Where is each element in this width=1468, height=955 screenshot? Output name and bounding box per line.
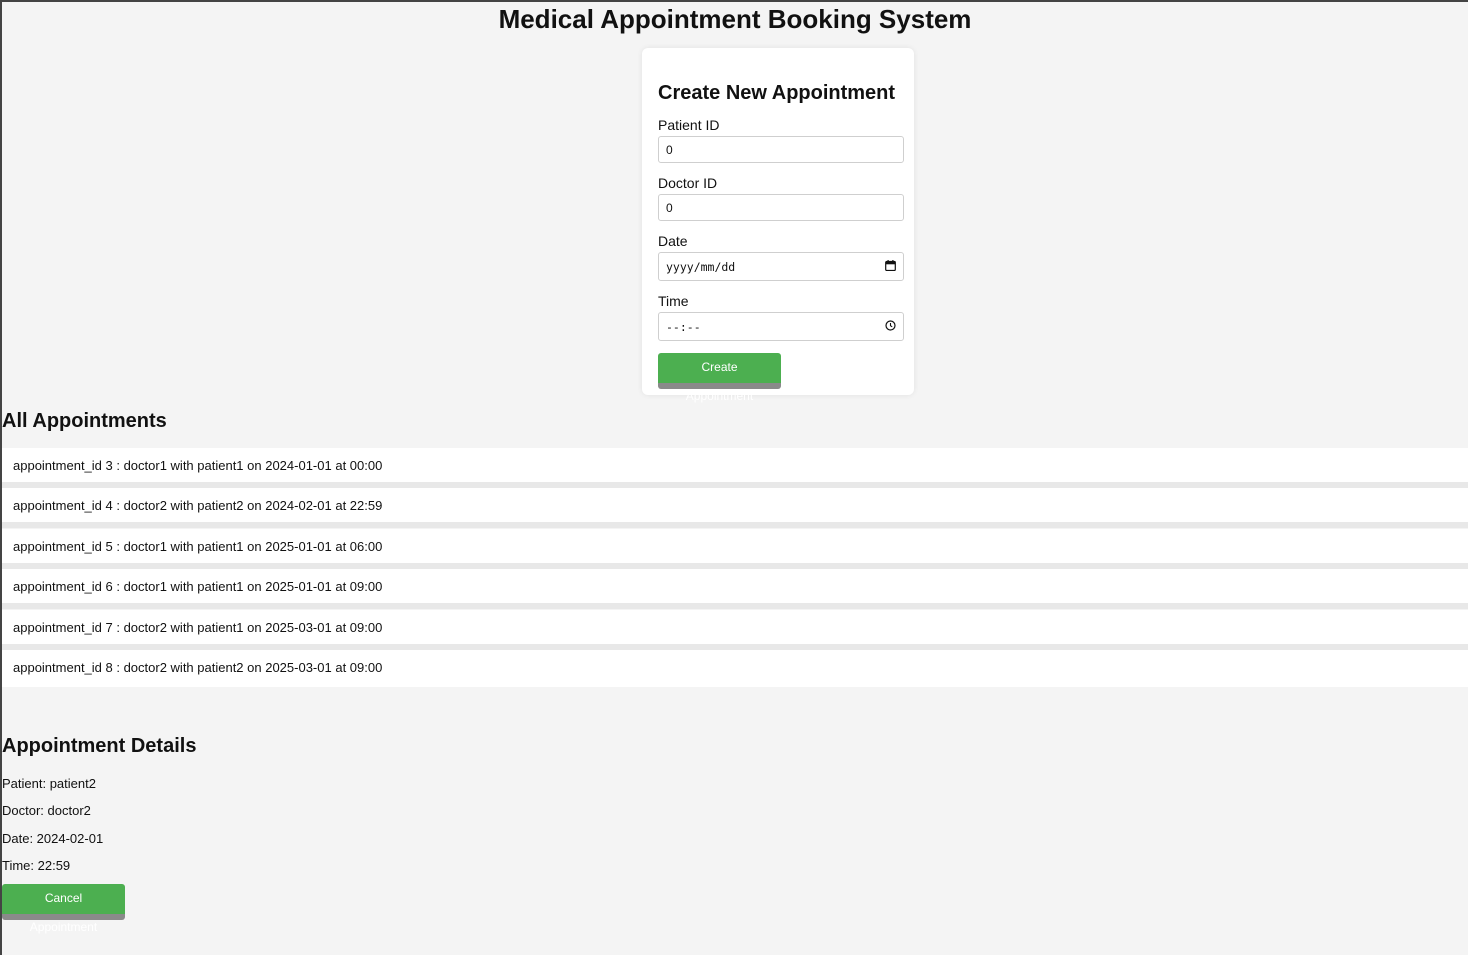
date-placeholder: yyyy/mm/dd [666,259,736,274]
page-title: Medical Appointment Booking System [498,4,972,34]
appointment-item[interactable]: appointment_id 6 : doctor1 with patient1… [2,569,1468,610]
patient-id-value: 0 [666,142,673,157]
appointment-details: Patient: patient2 Doctor: doctor2 Date: … [2,770,125,934]
date-label: Date [658,233,688,249]
appointment-item[interactable]: appointment_id 5 : doctor1 with patient1… [2,528,1468,569]
appointment-item[interactable]: appointment_id 4 : doctor2 with patient2… [2,488,1468,529]
calendar-icon[interactable] [885,259,896,274]
doctor-id-value: 0 [666,200,673,215]
detail-time: Time: 22:59 [2,858,71,874]
appointment-item[interactable]: appointment_id 3 : doctor1 with patient1… [2,448,1468,488]
doctor-id-label: Doctor ID [658,175,718,191]
patient-id-input[interactable]: 0 [658,136,904,163]
appointment-details-heading: Appointment Details [2,735,197,757]
detail-date: Date: 2024-02-01 [2,830,104,846]
appointment-item[interactable]: appointment_id 8 : doctor2 with patient2… [2,649,1468,687]
appointment-list: appointment_id 3 : doctor1 with patient1… [2,448,1468,687]
doctor-id-input[interactable]: 0 [658,194,904,221]
detail-patient: Patient: patient2 [2,776,96,791]
clock-icon[interactable] [885,319,896,334]
appointment-item[interactable]: appointment_id 7 : doctor2 with patient1… [2,609,1468,650]
patient-id-label: Patient ID [658,117,720,133]
create-appointment-form: Create New Appointment Patient ID 0 Doct… [642,48,914,403]
date-input[interactable]: yyyy/mm/dd [658,252,904,281]
time-label: Time [658,293,689,309]
all-appointments-heading: All Appointments [2,410,167,432]
form-title: Create New Appointment [658,82,896,104]
create-appointment-button[interactable]: Create Appointment [658,353,781,403]
cancel-appointment-button[interactable]: Cancel Appointment [2,883,125,934]
time-placeholder: --:-- [666,319,701,334]
detail-doctor: Doctor: doctor2 [2,803,91,819]
time-input[interactable]: --:-- [658,312,904,341]
